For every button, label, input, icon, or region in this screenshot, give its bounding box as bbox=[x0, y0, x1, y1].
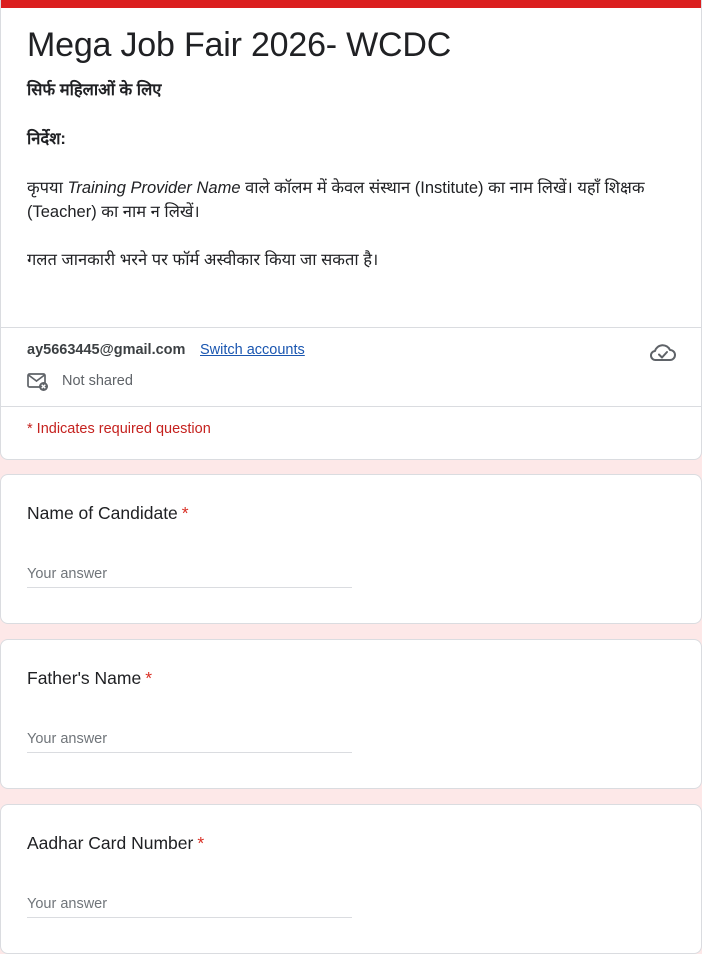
question-title: Aadhar Card Number * bbox=[27, 833, 204, 854]
question-card-aadhar-card-number: Aadhar Card Number * bbox=[0, 804, 702, 954]
question-label: Aadhar Card Number bbox=[27, 833, 194, 853]
form-header-card: Mega Job Fair 2026- WCDC सिर्फ महिलाओं क… bbox=[0, 0, 702, 460]
cloud-saved-icon[interactable] bbox=[649, 341, 677, 365]
instruction-text: कृपया bbox=[27, 179, 68, 197]
instruction-warning: गलत जानकारी भरने पर फॉर्म अस्वीकार किया … bbox=[27, 251, 379, 269]
header-divider bbox=[1, 327, 701, 328]
aadhar-card-number-input[interactable] bbox=[27, 891, 352, 918]
account-divider bbox=[1, 406, 701, 407]
mail-not-shared-icon bbox=[27, 373, 48, 391]
question-title: Name of Candidate * bbox=[27, 503, 189, 524]
instructions-heading: निर्देश: bbox=[27, 130, 66, 148]
question-label: Name of Candidate bbox=[27, 503, 178, 523]
required-asterisk: * bbox=[181, 503, 189, 523]
form-title: Mega Job Fair 2026- WCDC bbox=[27, 26, 452, 64]
required-question-note: * Indicates required question bbox=[27, 421, 211, 437]
question-label: Father's Name bbox=[27, 668, 142, 688]
not-shared-status: Not shared bbox=[62, 373, 133, 389]
instruction-training-provider: कृपया Training Provider Name वाले कॉलम म… bbox=[27, 176, 667, 224]
question-card-name-of-candidate: Name of Candidate * bbox=[0, 474, 702, 624]
instruction-emphasis: Training Provider Name bbox=[67, 179, 241, 197]
fathers-name-input[interactable] bbox=[27, 726, 352, 753]
form-accent-bar bbox=[1, 0, 701, 8]
account-email: ay5663445@gmail.com bbox=[27, 342, 186, 358]
switch-accounts-link[interactable]: Switch accounts bbox=[200, 342, 305, 358]
question-title: Father's Name * bbox=[27, 668, 152, 689]
required-asterisk: * bbox=[197, 833, 205, 853]
required-asterisk: * bbox=[145, 668, 153, 688]
name-of-candidate-input[interactable] bbox=[27, 561, 352, 588]
question-card-fathers-name: Father's Name * bbox=[0, 639, 702, 789]
form-subtitle: सिर्फ महिलाओं के लिए bbox=[27, 81, 162, 99]
